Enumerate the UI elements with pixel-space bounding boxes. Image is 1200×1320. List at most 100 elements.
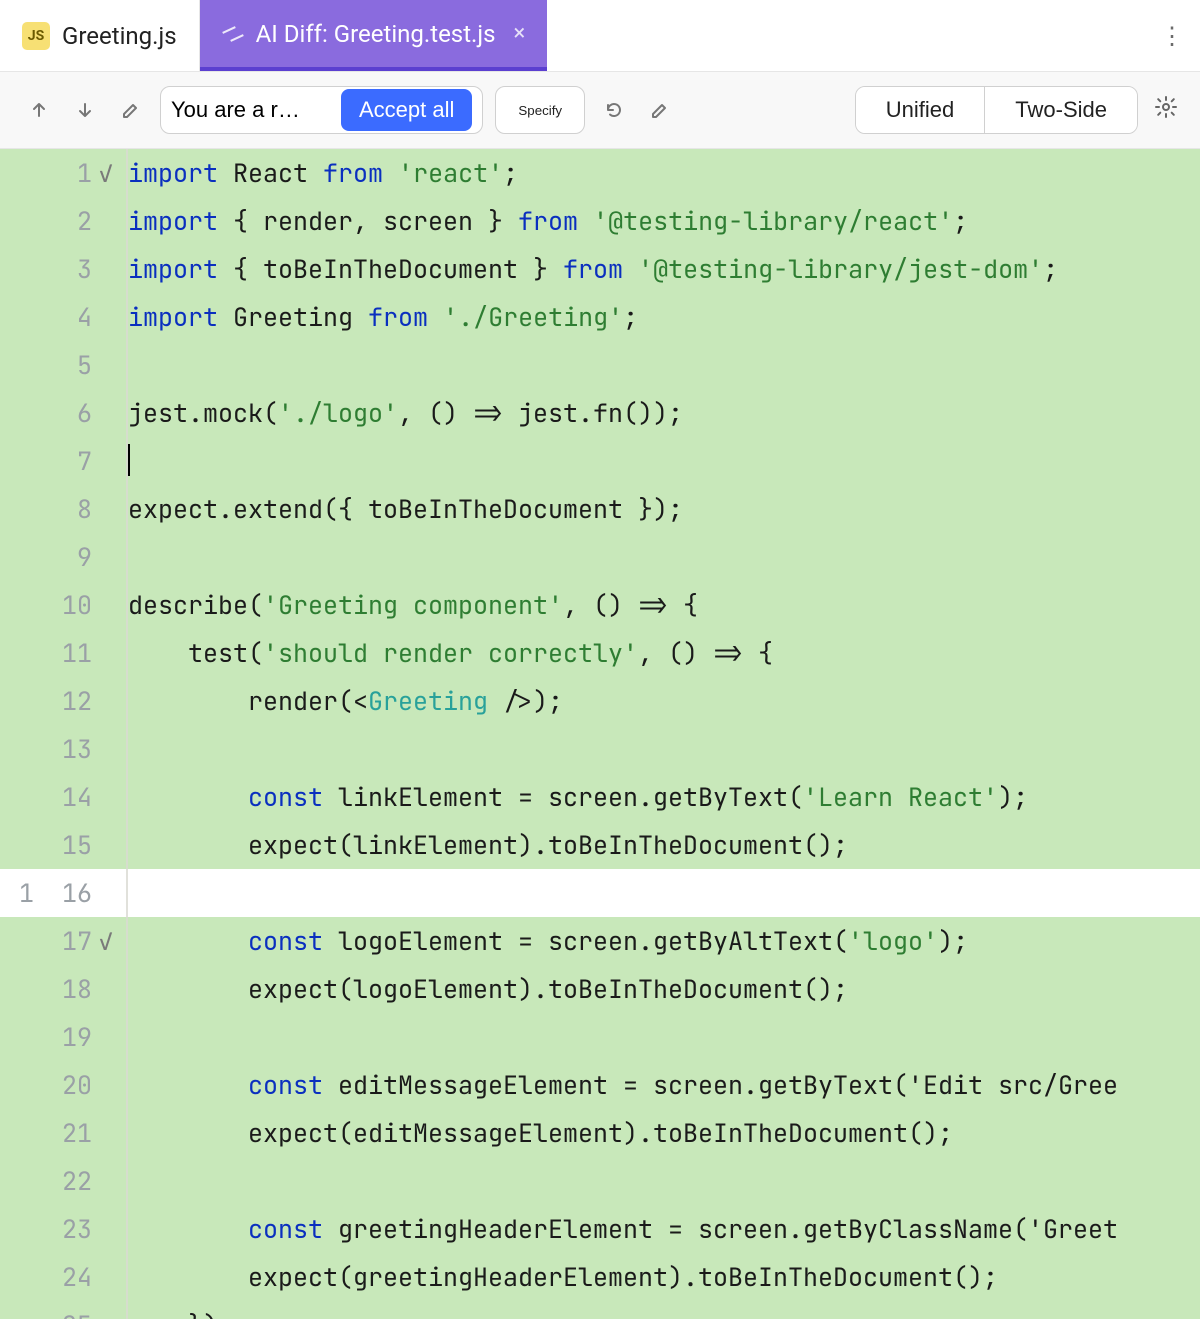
line-tick-icon <box>98 1301 126 1319</box>
edit-icon[interactable] <box>114 93 148 127</box>
view-mode-segment: Unified Two-Side <box>855 86 1138 134</box>
more-vert-icon[interactable]: ⋮ <box>1144 22 1200 50</box>
gutter-separator <box>126 341 128 389</box>
gutter-new: 7 <box>42 437 98 485</box>
line-tick-icon <box>98 1157 126 1205</box>
code-line[interactable]: 23 const greetingHeaderElement = screen.… <box>0 1205 1200 1253</box>
code-line[interactable]: 15 expect(linkElement).toBeInTheDocument… <box>0 821 1200 869</box>
line-tick-icon <box>98 1109 126 1157</box>
code-line[interactable]: 19 <box>0 1013 1200 1061</box>
line-tick-icon <box>98 629 126 677</box>
code-line[interactable]: 5 <box>0 341 1200 389</box>
gutter-old <box>0 485 42 533</box>
code-line[interactable]: 1✓import React from 'react'; <box>0 149 1200 197</box>
gutter-new: 4 <box>42 293 98 341</box>
two-side-button[interactable]: Two-Side <box>984 87 1137 133</box>
code-line[interactable]: 20 const editMessageElement = screen.get… <box>0 1061 1200 1109</box>
next-diff-icon[interactable] <box>68 93 102 127</box>
line-tick-icon <box>98 677 126 725</box>
diff-editor[interactable]: 1✓import React from 'react';2import { re… <box>0 149 1200 1319</box>
gutter-old <box>0 725 42 773</box>
gutter-separator <box>126 1157 128 1205</box>
gutter-new: 19 <box>42 1013 98 1061</box>
code-line[interactable]: 2import { render, screen } from '@testin… <box>0 197 1200 245</box>
code-line[interactable]: 22 <box>0 1157 1200 1205</box>
code-content: expect.extend({ toBeInTheDocument }); <box>128 485 1200 533</box>
line-tick-icon <box>98 1061 126 1109</box>
line-tick-icon <box>98 1205 126 1253</box>
tab-bar: JS Greeting.js AI Diff: Greeting.test.js… <box>0 0 1200 72</box>
gutter-separator <box>126 725 128 773</box>
code-line[interactable]: 7 <box>0 437 1200 485</box>
gutter-separator <box>126 197 128 245</box>
code-line[interactable]: 13 <box>0 725 1200 773</box>
code-line[interactable]: 116 <box>0 869 1200 917</box>
gutter-new: 13 <box>42 725 98 773</box>
code-line[interactable]: 21 expect(editMessageElement).toBeInTheD… <box>0 1109 1200 1157</box>
refresh-icon[interactable] <box>597 93 631 127</box>
code-content <box>128 341 1200 389</box>
line-tick-icon <box>98 965 126 1013</box>
code-content: }); <box>128 1301 1200 1319</box>
accept-all-button[interactable]: Accept all <box>341 89 472 131</box>
js-file-icon: JS <box>22 22 50 50</box>
line-tick-icon <box>98 1253 126 1301</box>
code-content: import { render, screen } from '@testing… <box>128 197 1200 245</box>
gutter-separator <box>126 437 128 485</box>
code-line[interactable]: 9 <box>0 533 1200 581</box>
line-tick-icon <box>98 821 126 869</box>
code-line[interactable]: 6jest.mock('./logo', () => jest.fn()); <box>0 389 1200 437</box>
code-content: import { toBeInTheDocument } from '@test… <box>128 245 1200 293</box>
gutter-separator <box>126 629 128 677</box>
code-content: expect(logoElement).toBeInTheDocument(); <box>128 965 1200 1013</box>
gutter-old <box>0 533 42 581</box>
gutter-new: 12 <box>42 677 98 725</box>
code-content: import React from 'react'; <box>128 149 1200 197</box>
code-content: const editMessageElement = screen.getByT… <box>128 1061 1200 1109</box>
code-content: import Greeting from './Greeting'; <box>128 293 1200 341</box>
edit2-icon[interactable] <box>643 93 677 127</box>
gutter-old <box>0 437 42 485</box>
close-icon[interactable]: × <box>514 23 526 45</box>
code-line[interactable]: 4 import Greeting from './Greeting'; <box>0 293 1200 341</box>
gutter-old <box>0 773 42 821</box>
gutter-old <box>0 149 42 197</box>
gutter-old <box>0 1013 42 1061</box>
code-line[interactable]: 10describe('Greeting component', () => { <box>0 581 1200 629</box>
gutter-new: 23 <box>42 1205 98 1253</box>
gutter-old <box>0 821 42 869</box>
line-tick-icon <box>98 389 126 437</box>
code-line[interactable]: 18 expect(logoElement).toBeInTheDocument… <box>0 965 1200 1013</box>
gutter-new: 14 <box>42 773 98 821</box>
code-content: render(<Greeting />); <box>128 677 1200 725</box>
gutter-old <box>0 965 42 1013</box>
gutter-new: 18 <box>42 965 98 1013</box>
gutter-old <box>0 1109 42 1157</box>
specify-button[interactable]: Specify <box>495 86 585 134</box>
gear-icon[interactable] <box>1154 95 1178 125</box>
code-line[interactable]: 24 expect(greetingHeaderElement).toBeInT… <box>0 1253 1200 1301</box>
tab-ai-diff[interactable]: AI Diff: Greeting.test.js × <box>200 0 548 71</box>
gutter-new: 24 <box>42 1253 98 1301</box>
line-tick-icon <box>98 437 126 485</box>
prev-diff-icon[interactable] <box>22 93 56 127</box>
line-tick-icon <box>98 245 126 293</box>
code-line[interactable]: 12 render(<Greeting />); <box>0 677 1200 725</box>
gutter-separator <box>126 1061 128 1109</box>
code-content <box>128 1013 1200 1061</box>
gutter-old <box>0 677 42 725</box>
gutter-new: 8 <box>42 485 98 533</box>
gutter-separator <box>126 1109 128 1157</box>
tab-greeting-js[interactable]: JS Greeting.js <box>0 0 200 71</box>
code-line[interactable]: 25 }); <box>0 1301 1200 1319</box>
gutter-old <box>0 389 42 437</box>
code-line[interactable]: 3import { toBeInTheDocument } from '@tes… <box>0 245 1200 293</box>
gutter-old <box>0 629 42 677</box>
prompt-input[interactable] <box>171 97 331 123</box>
unified-button[interactable]: Unified <box>856 87 984 133</box>
code-line[interactable]: 11 test('should render correctly', () =>… <box>0 629 1200 677</box>
gutter-separator <box>126 773 128 821</box>
code-line[interactable]: 17✓ const logoElement = screen.getByAltT… <box>0 917 1200 965</box>
code-line[interactable]: 8 expect.extend({ toBeInTheDocument }); <box>0 485 1200 533</box>
code-line[interactable]: 14 const linkElement = screen.getByText(… <box>0 773 1200 821</box>
